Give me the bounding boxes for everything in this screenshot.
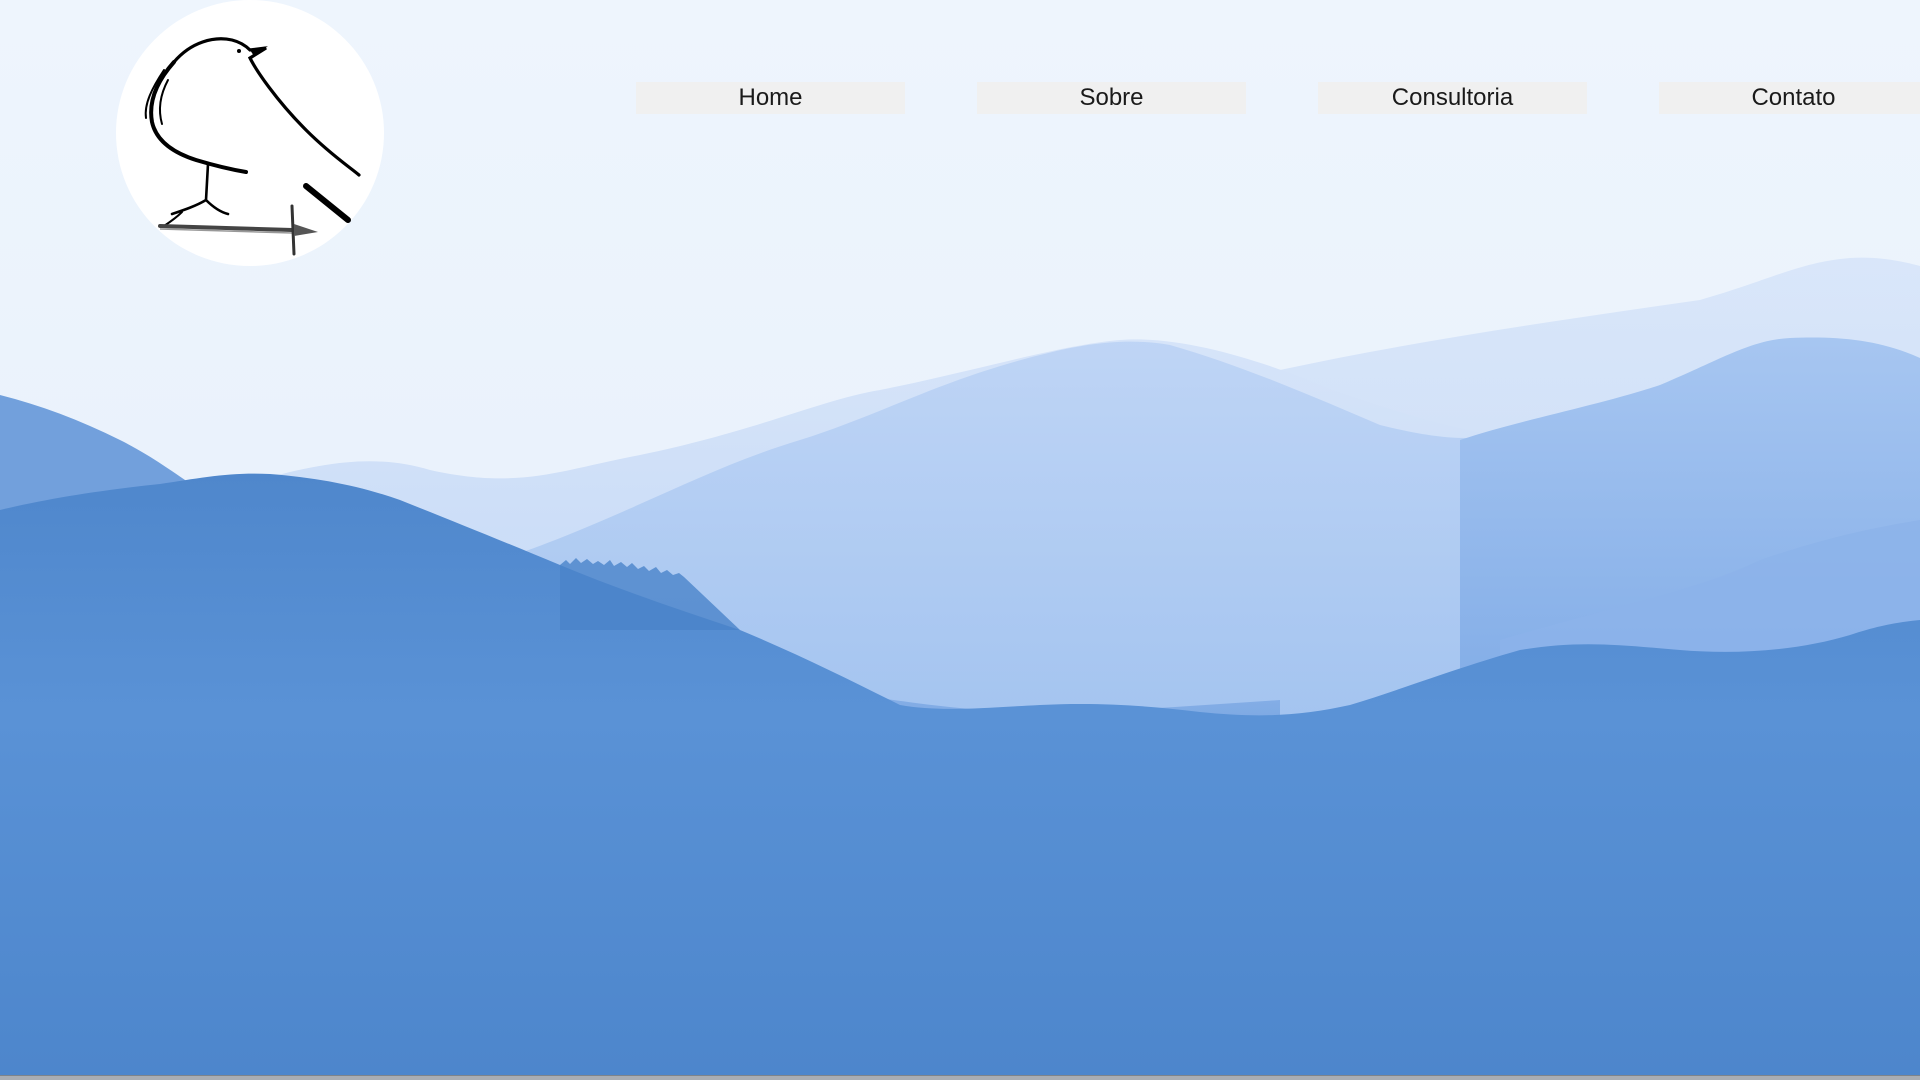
nav-home-button[interactable]: Home	[636, 82, 905, 114]
logo[interactable]	[116, 0, 384, 266]
page: Home Sobre Consultoria Contato	[0, 0, 1920, 1080]
nav-sobre-button[interactable]: Sobre	[977, 82, 1246, 114]
nav-consultoria-button[interactable]: Consultoria	[1318, 82, 1587, 114]
main-navigation: Home Sobre Consultoria Contato	[636, 82, 1920, 114]
horizontal-scrollbar[interactable]	[0, 1075, 1920, 1080]
nav-contato-button[interactable]: Contato	[1659, 82, 1920, 114]
raven-on-sword-icon	[144, 37, 361, 256]
